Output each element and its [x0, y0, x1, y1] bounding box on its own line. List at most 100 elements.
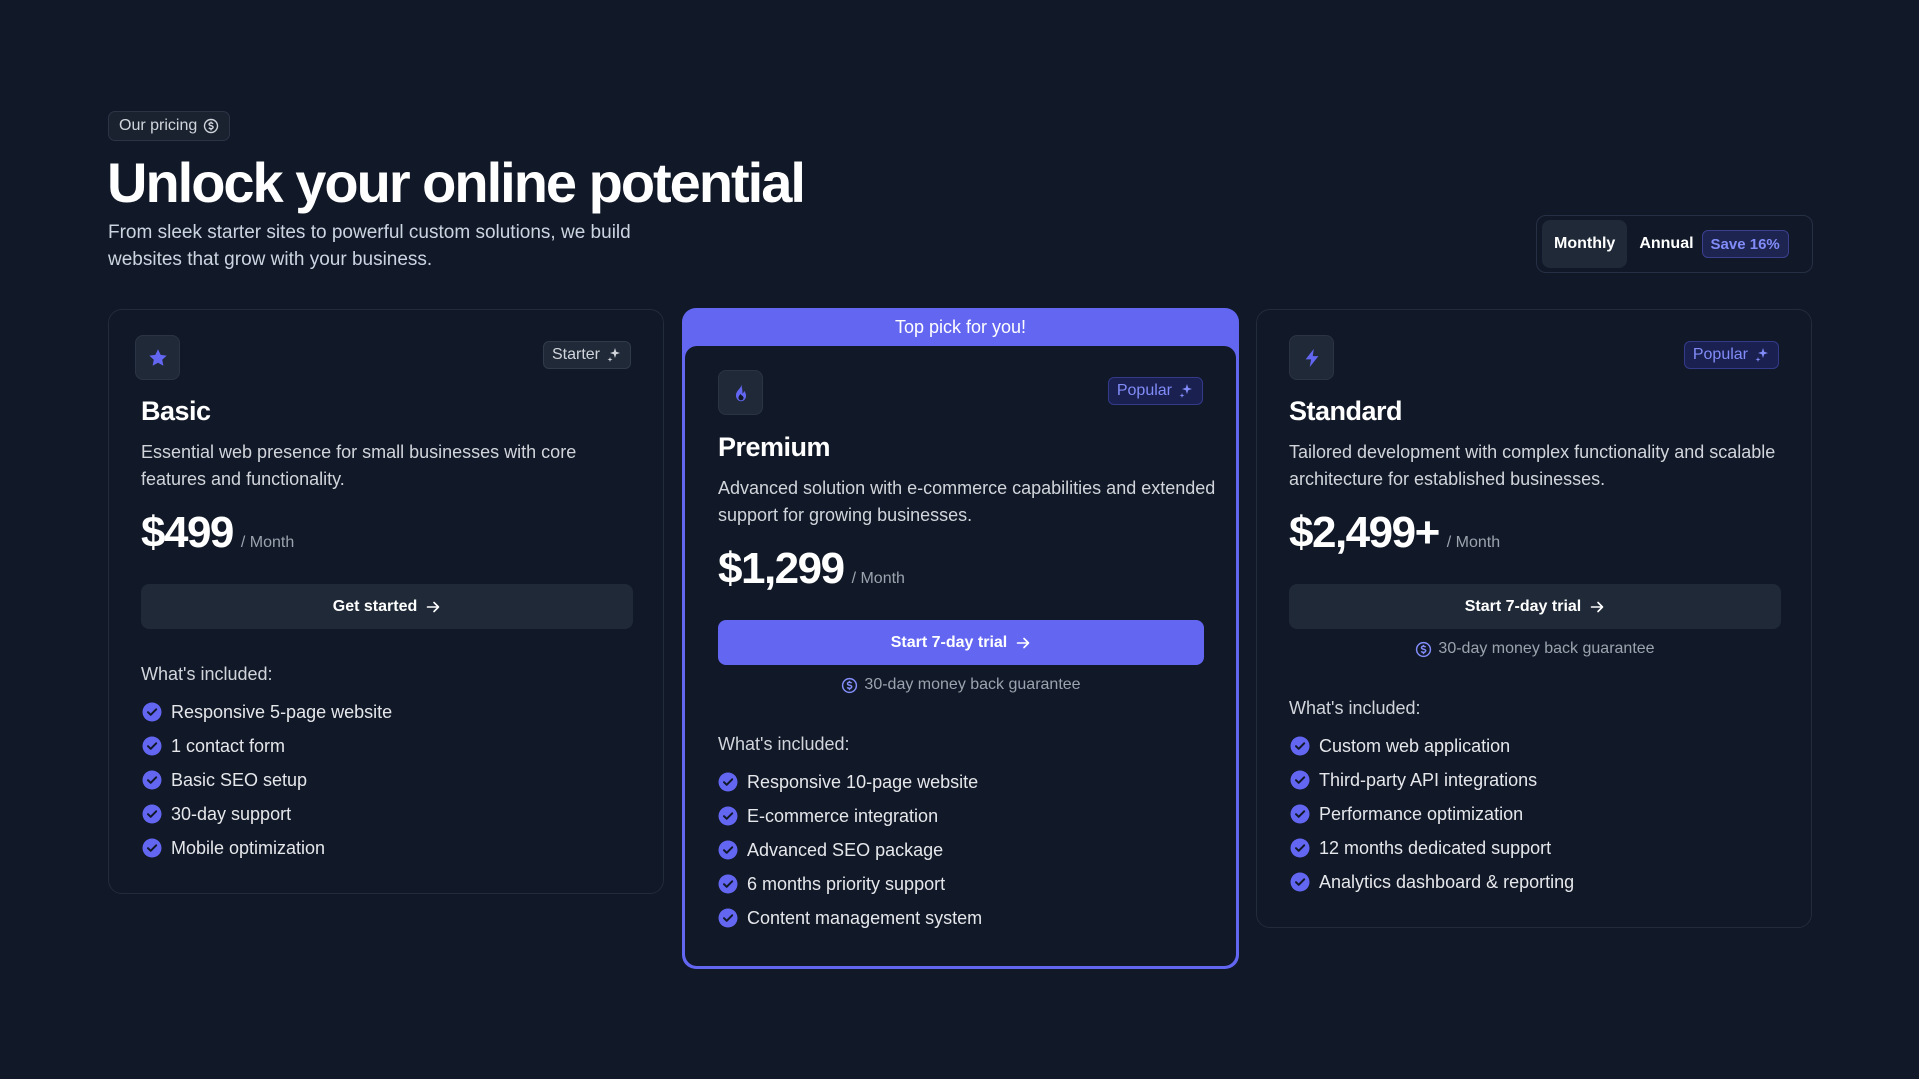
check-circle-icon: [142, 736, 162, 756]
annual-toggle-button[interactable]: Annual Save 16%: [1633, 220, 1794, 268]
check-circle-icon: [718, 806, 738, 826]
monthly-label: Monthly: [1554, 235, 1616, 252]
check-circle-icon: [142, 804, 162, 824]
feature-label: Basic SEO setup: [171, 769, 308, 790]
cta-label: Start 7-day trial: [890, 633, 1008, 651]
plan-name: Premium: [718, 432, 831, 462]
page-title: Unlock your online potential: [107, 151, 806, 214]
get-started-button[interactable]: Get started: [141, 584, 633, 629]
feature-item: Advanced SEO package: [718, 833, 982, 867]
check-circle-icon: [718, 908, 738, 928]
feature-item: 30-day support: [142, 797, 392, 831]
check-circle-icon: [1290, 804, 1310, 824]
guarantee-label: 30-day money back guarantee: [864, 676, 1081, 693]
pricing-eyebrow-badge: Our pricing: [108, 111, 231, 141]
check-circle-icon: [1290, 872, 1310, 892]
check-circle-icon: [1290, 736, 1310, 756]
cta-label: Get started: [332, 597, 418, 615]
plan-tag-badge: Popular: [1107, 377, 1203, 405]
feature-item: 6 months priority support: [718, 867, 982, 901]
feature-label: 1 contact form: [171, 735, 286, 756]
start-trial-button[interactable]: Start 7-day trial: [718, 620, 1204, 665]
plan-card-basic: Starter Basic Essential web presence for…: [108, 309, 664, 894]
plan-price: $499: [141, 508, 234, 557]
check-circle-icon: [718, 840, 738, 860]
feature-label: 12 months dedicated support: [1319, 837, 1552, 858]
feature-item: Performance optimization: [1290, 797, 1574, 831]
feature-label: Advanced SEO package: [747, 839, 944, 860]
feature-item: 12 months dedicated support: [1290, 831, 1574, 865]
arrow-right-icon: [426, 601, 440, 612]
save-badge: Save 16%: [1701, 230, 1789, 258]
annual-label: Annual: [1639, 235, 1694, 252]
eyebrow-label: Our pricing: [119, 117, 198, 134]
star-icon: [135, 335, 180, 380]
arrow-right-icon: [1016, 637, 1030, 648]
check-circle-icon: [718, 874, 738, 894]
plan-card-standard: Popular Standard Tailored development wi…: [1256, 309, 1812, 928]
sparkle-icon: [607, 348, 620, 362]
feature-label: Responsive 5-page website: [171, 701, 393, 722]
sparkle-icon: [1179, 384, 1192, 398]
feature-item: Mobile optimization: [142, 831, 392, 865]
whats-included-title: What's included:: [1289, 698, 1421, 718]
plan-name: Standard: [1289, 396, 1403, 426]
feature-item: Custom web application: [1290, 729, 1574, 763]
feature-item: Basic SEO setup: [142, 763, 392, 797]
feature-list: Custom web application Third-party API i…: [1290, 729, 1574, 899]
check-circle-icon: [1290, 838, 1310, 858]
premium-card-body: Popular Premium Advanced solution with e…: [685, 346, 1236, 966]
flame-icon: [718, 370, 763, 415]
feature-label: Mobile optimization: [171, 837, 326, 858]
plan-period: / Month: [240, 534, 295, 551]
plan-price: $1,299: [718, 544, 845, 593]
page-subtitle: From sleek starter sites to powerful cus…: [108, 222, 631, 270]
dollar-coin-icon: [842, 677, 858, 693]
plan-tag-label: Popular: [1692, 346, 1748, 363]
feature-label: 6 months priority support: [747, 873, 946, 894]
top-pick-banner: Top pick for you!: [894, 316, 1027, 337]
plan-period: / Month: [851, 570, 905, 587]
billing-period-toggle: Monthly Annual Save 16%: [1536, 215, 1813, 273]
plan-card-premium: Top pick for you! Popular Premium Advanc…: [682, 308, 1239, 969]
plan-description: Tailored development with complex functi…: [1289, 442, 1776, 489]
whats-included-title: What's included:: [141, 664, 273, 684]
feature-label: Performance optimization: [1319, 803, 1524, 824]
whats-included-title: What's included:: [718, 734, 850, 754]
money-back-guarantee: 30-day money back guarantee: [718, 676, 1204, 694]
dollar-coin-icon: [203, 118, 219, 134]
price-row: $1,299 / Month: [718, 544, 905, 594]
plan-description: Advanced solution with e-commerce capabi…: [718, 478, 1216, 525]
check-circle-icon: [142, 770, 162, 790]
start-trial-button[interactable]: Start 7-day trial: [1289, 584, 1781, 629]
plan-tag-label: Popular: [1116, 382, 1172, 399]
price-row: $499 / Month: [141, 508, 294, 558]
guarantee-label: 30-day money back guarantee: [1438, 640, 1655, 657]
feature-label: Responsive 10-page website: [747, 771, 979, 792]
feature-item: Responsive 5-page website: [142, 695, 392, 729]
plan-description: Essential web presence for small busines…: [141, 442, 577, 489]
feature-item: Analytics dashboard & reporting: [1290, 865, 1574, 899]
plan-price: $2,499+: [1289, 508, 1440, 557]
feature-label: Content management system: [747, 907, 983, 928]
plan-name: Basic: [141, 396, 211, 426]
price-row: $2,499+ / Month: [1289, 508, 1500, 558]
monthly-toggle-button[interactable]: Monthly: [1542, 220, 1628, 268]
plan-tag-badge: Starter: [542, 341, 631, 369]
feature-item: Responsive 10-page website: [718, 765, 982, 799]
sparkle-icon: [1755, 348, 1768, 362]
check-circle-icon: [718, 772, 738, 792]
feature-item: 1 contact form: [142, 729, 392, 763]
check-circle-icon: [142, 838, 162, 858]
money-back-guarantee: 30-day money back guarantee: [1289, 640, 1781, 658]
feature-item: E-commerce integration: [718, 799, 982, 833]
check-circle-icon: [142, 702, 162, 722]
feature-item: Content management system: [718, 901, 982, 935]
pricing-page: Our pricing Unlock your online potential…: [0, 0, 1919, 1079]
feature-label: Custom web application: [1319, 735, 1511, 756]
feature-item: Third-party API integrations: [1290, 763, 1574, 797]
feature-list: Responsive 10-page website E-commerce in…: [718, 765, 982, 935]
feature-label: Analytics dashboard & reporting: [1319, 871, 1575, 892]
arrow-right-icon: [1590, 601, 1604, 612]
feature-label: 30-day support: [171, 803, 292, 824]
